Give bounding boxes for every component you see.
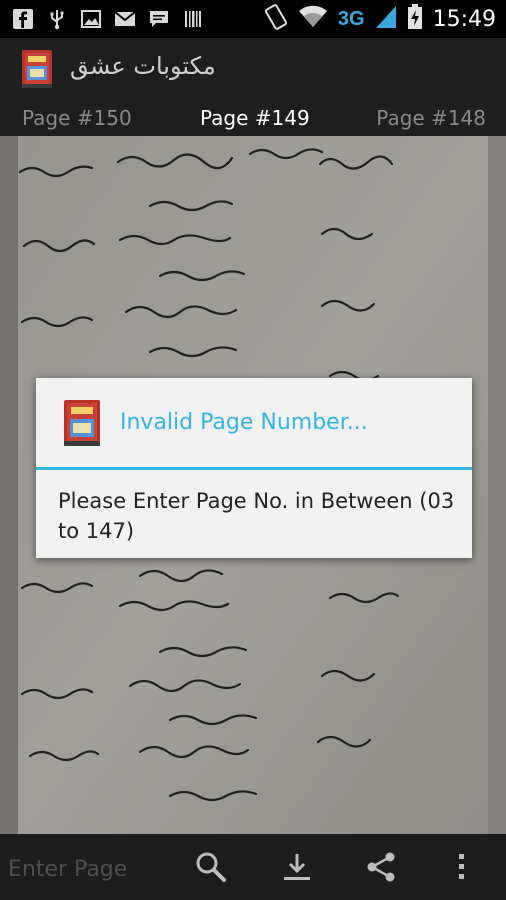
invalid-page-dialog: Invalid Page Number... Please Enter Page…	[36, 378, 472, 558]
book-app-icon[interactable]	[22, 50, 52, 88]
bottom-bar	[0, 834, 506, 900]
network-type: 3G	[337, 7, 365, 30]
dialog-message: Please Enter Page No. in Between (03 to …	[58, 489, 455, 543]
barcode-icon	[182, 8, 204, 28]
page-tabs: Page #150 Page #149 Page #148	[0, 100, 506, 136]
mail-icon	[114, 8, 136, 28]
signal-icon	[375, 5, 397, 33]
facebook-icon	[12, 8, 34, 29]
usb-icon	[46, 8, 68, 30]
dialog-divider	[36, 467, 472, 470]
action-bar: مکتوبات عشق	[0, 38, 506, 100]
overflow-menu-icon[interactable]	[452, 850, 472, 884]
rotate-icon	[264, 4, 288, 34]
image-icon	[80, 8, 102, 28]
tab-current-page[interactable]: Page #149	[200, 106, 310, 130]
system-icons: 3G 15:49	[264, 4, 496, 34]
tab-next-page[interactable]: Page #148	[376, 106, 486, 130]
notification-icons	[12, 8, 204, 30]
dialog-title: Invalid Page Number...	[120, 410, 368, 435]
share-icon[interactable]	[364, 850, 398, 884]
search-icon[interactable]	[194, 850, 228, 884]
tab-previous-page[interactable]: Page #150	[22, 106, 132, 130]
status-bar: 3G 15:49	[0, 0, 506, 38]
book-app-icon	[64, 400, 100, 446]
battery-icon	[407, 4, 423, 34]
download-icon[interactable]	[280, 850, 314, 884]
wifi-icon	[298, 5, 328, 33]
chat-icon	[148, 8, 170, 28]
clock: 15:49	[432, 6, 496, 32]
page-number-input[interactable]	[8, 852, 188, 886]
app-title: مکتوبات عشق	[70, 52, 216, 80]
